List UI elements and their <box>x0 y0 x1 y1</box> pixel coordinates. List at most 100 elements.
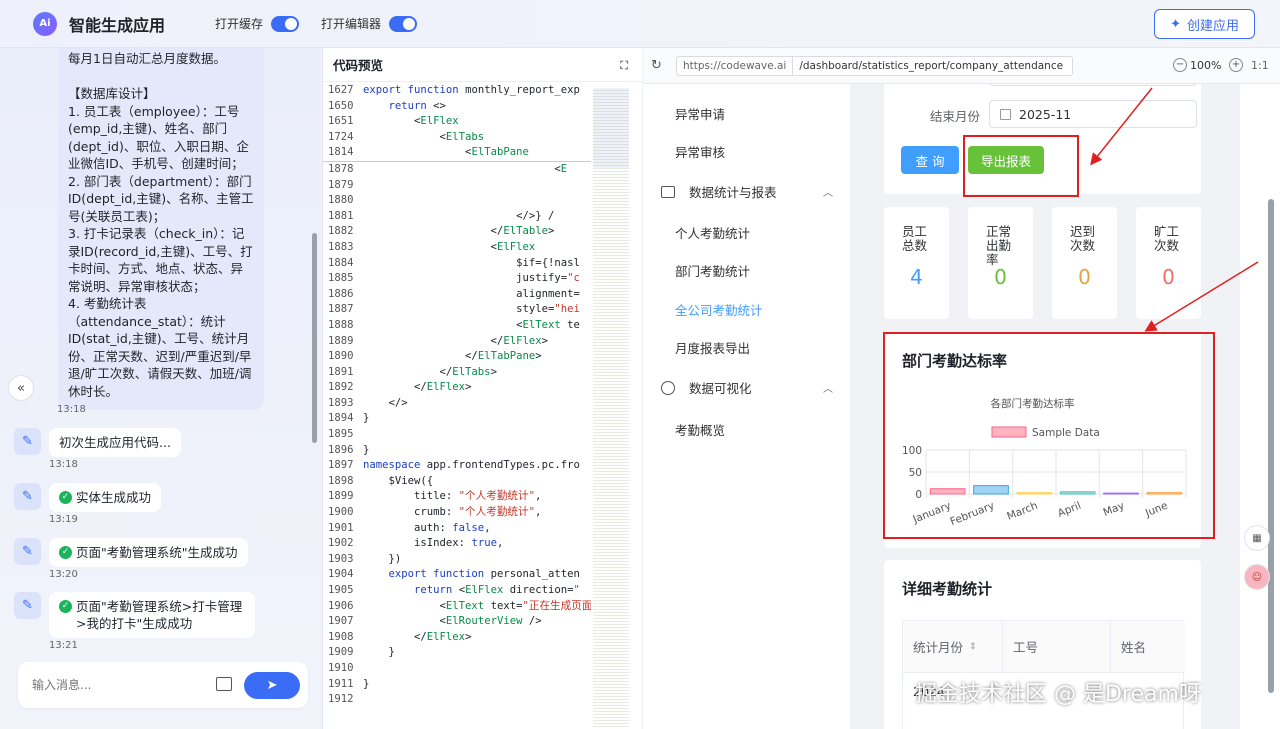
code-text: auth: false, <box>363 521 491 534</box>
url-field[interactable]: https://codewave.ai /dashboard/statistic… <box>676 56 1073 76</box>
line-number: 1898 <box>328 474 354 487</box>
nav-item-company-stats[interactable]: 全公司考勤统计 <box>675 300 763 319</box>
line-number: 1890 <box>328 350 354 363</box>
nav-item-exception-review[interactable]: 异常审核 <box>675 142 725 161</box>
zoom-out-icon[interactable]: − <box>1173 58 1187 72</box>
chevron-up-icon[interactable]: ︿ <box>823 380 833 395</box>
log-text: 实体生成成功 <box>76 490 152 505</box>
start-month-input[interactable] <box>989 84 1197 86</box>
query-button[interactable]: 查 询 <box>901 146 959 174</box>
app-title: 智能生成应用 <box>69 15 166 35</box>
code-line: 1908 </ElFlex> <box>323 630 591 646</box>
end-month-value: 2025-11 <box>1019 106 1072 122</box>
assistant-avatar-icon[interactable]: ☺ <box>1244 564 1270 590</box>
line-number: 1814 <box>328 146 354 159</box>
send-button[interactable]: ➤ <box>244 672 300 699</box>
code-preview-header: 代码预览 ⛶ <box>323 48 642 82</box>
code-line: 1724 <ElTabs <box>323 130 591 146</box>
table-header-empid[interactable]: 工号 <box>1003 621 1111 673</box>
zoom-in-icon[interactable]: + <box>1229 58 1243 72</box>
code-text: <ElTabPane <box>363 146 529 159</box>
url-path: /dashboard/statistics_report/company_att… <box>799 60 1064 72</box>
line-number: 1899 <box>328 490 354 503</box>
assistant-message: 每月1日自动汇总月度数据。 【数据库设计】 1. 员工表（employee）：工号… <box>58 48 264 410</box>
expand-icon[interactable]: ⛶ <box>620 59 628 73</box>
image-upload-icon[interactable] <box>216 677 232 691</box>
line-number: 1901 <box>328 521 354 534</box>
code-line: 1884 $if={!nasl <box>323 256 591 272</box>
nav-item-monthly-export[interactable]: 月度报表导出 <box>675 338 750 357</box>
code-text: export function personal_atten <box>388 568 580 581</box>
success-check-icon: ✓ <box>59 546 72 559</box>
message-line: 2. 部门表（department）：部门ID(dept_id,主键)、名称、主… <box>68 173 254 224</box>
stat-value: 0 <box>1162 265 1175 289</box>
nav-item-dept-stats[interactable]: 部门考勤统计 <box>675 261 750 280</box>
log-text: 初次生成应用代码... <box>59 435 171 450</box>
nav-item-overview[interactable]: 考勤概览 <box>675 420 725 439</box>
log-item: ✎ ✓ 页面"考勤管理系统"生成成功 <box>14 538 248 567</box>
code-line: 1880 <box>323 193 591 209</box>
code-line: 1893 </> <box>323 396 591 412</box>
code-line: 1907 <ElRouterView /> <box>323 614 591 630</box>
code-minimap[interactable] <box>593 88 629 728</box>
line-number: 1895 <box>328 428 354 441</box>
message-line <box>68 68 254 86</box>
preview-side-nav: 异常申请 异常审核 数据统计与报表 ︿ 个人考勤统计 部门考勤统计 全公司考勤统… <box>643 84 850 729</box>
line-number: 1892 <box>328 381 354 394</box>
highlight-box <box>963 135 1079 197</box>
preview-scrollbar[interactable] <box>1268 199 1274 693</box>
code-line: 1882 </ElTable> <box>323 224 591 240</box>
code-text: } <box>363 646 395 659</box>
wand-icon: ✎ <box>14 428 41 455</box>
end-month-input[interactable]: 2025-11 <box>989 100 1197 128</box>
line-number: 1903 <box>328 552 354 565</box>
code-text: } <box>363 412 370 425</box>
code-line: 1650 return <> <box>323 99 591 115</box>
nav-item-exception-apply[interactable]: 异常申请 <box>675 104 725 123</box>
line-number: 1909 <box>328 646 354 659</box>
table-header-month[interactable]: 统计月份 ⇕ <box>903 621 1003 673</box>
code-text: <ElRouterView /> <box>363 615 542 628</box>
code-line: 1901 auth: false, <box>323 521 591 537</box>
line-number: 1880 <box>328 194 354 207</box>
refresh-icon[interactable]: ↻ <box>651 58 662 73</box>
code-text: </ElFlex> <box>363 334 548 347</box>
grid-icon[interactable]: ▦ <box>1244 525 1270 551</box>
code-text: } <box>363 677 370 690</box>
collapse-chat-button[interactable]: « <box>8 375 34 401</box>
code-line: 1883 <ElFlex <box>323 240 591 256</box>
toggle-cache-switch[interactable] <box>271 15 300 32</box>
code-line: 1912 <box>323 692 591 708</box>
code-text: } <box>363 443 370 456</box>
code-text: alignment= <box>363 287 580 300</box>
preview-url-bar: ↻ https://codewave.ai /dashboard/statist… <box>643 48 1280 84</box>
nav-group-visualization[interactable]: 数据可视化 <box>661 378 752 397</box>
message-input[interactable] <box>32 678 202 692</box>
line-number: 1906 <box>328 599 354 612</box>
code-text: export function monthly_report_exp <box>363 84 580 96</box>
nav-group-stats[interactable]: 数据统计与报表 <box>661 182 777 201</box>
table-header-name[interactable]: 姓名 <box>1111 621 1185 673</box>
nav-group-vis-label: 数据可视化 <box>689 381 752 396</box>
wand-icon: ✎ <box>14 538 41 565</box>
toggle-editor-switch[interactable] <box>389 15 418 32</box>
sort-icon[interactable]: ⇕ <box>969 642 977 652</box>
line-number: 1878 <box>328 162 354 175</box>
log-time: 13:18 <box>49 459 78 470</box>
message-line: 【数据库设计】 <box>68 86 156 101</box>
chat-scrollbar[interactable] <box>312 233 317 443</box>
detail-table: 统计月份 ⇕ 工号 姓名 2024 <box>902 620 1185 729</box>
line-number: 1902 <box>328 537 354 550</box>
code-line: 1651 <ElFlex <box>323 114 591 130</box>
ratio-button[interactable]: 1:1 <box>1251 59 1269 72</box>
create-app-button[interactable]: ✦ 创建应用 <box>1154 9 1255 39</box>
preview-right-rail <box>1240 84 1280 729</box>
code-text: }) <box>363 552 402 565</box>
code-text: crumb: "个人考勤统计", <box>363 506 542 519</box>
code-editor[interactable]: 1627 export function monthly_report_exp 16… <box>323 83 591 729</box>
calendar-icon <box>1000 108 1011 120</box>
nav-item-personal-stats[interactable]: 个人考勤统计 <box>675 223 750 242</box>
chevron-up-icon[interactable]: ︿ <box>823 184 833 199</box>
line-number: 1887 <box>328 303 354 316</box>
code-text: </ElFlex> <box>363 381 472 394</box>
